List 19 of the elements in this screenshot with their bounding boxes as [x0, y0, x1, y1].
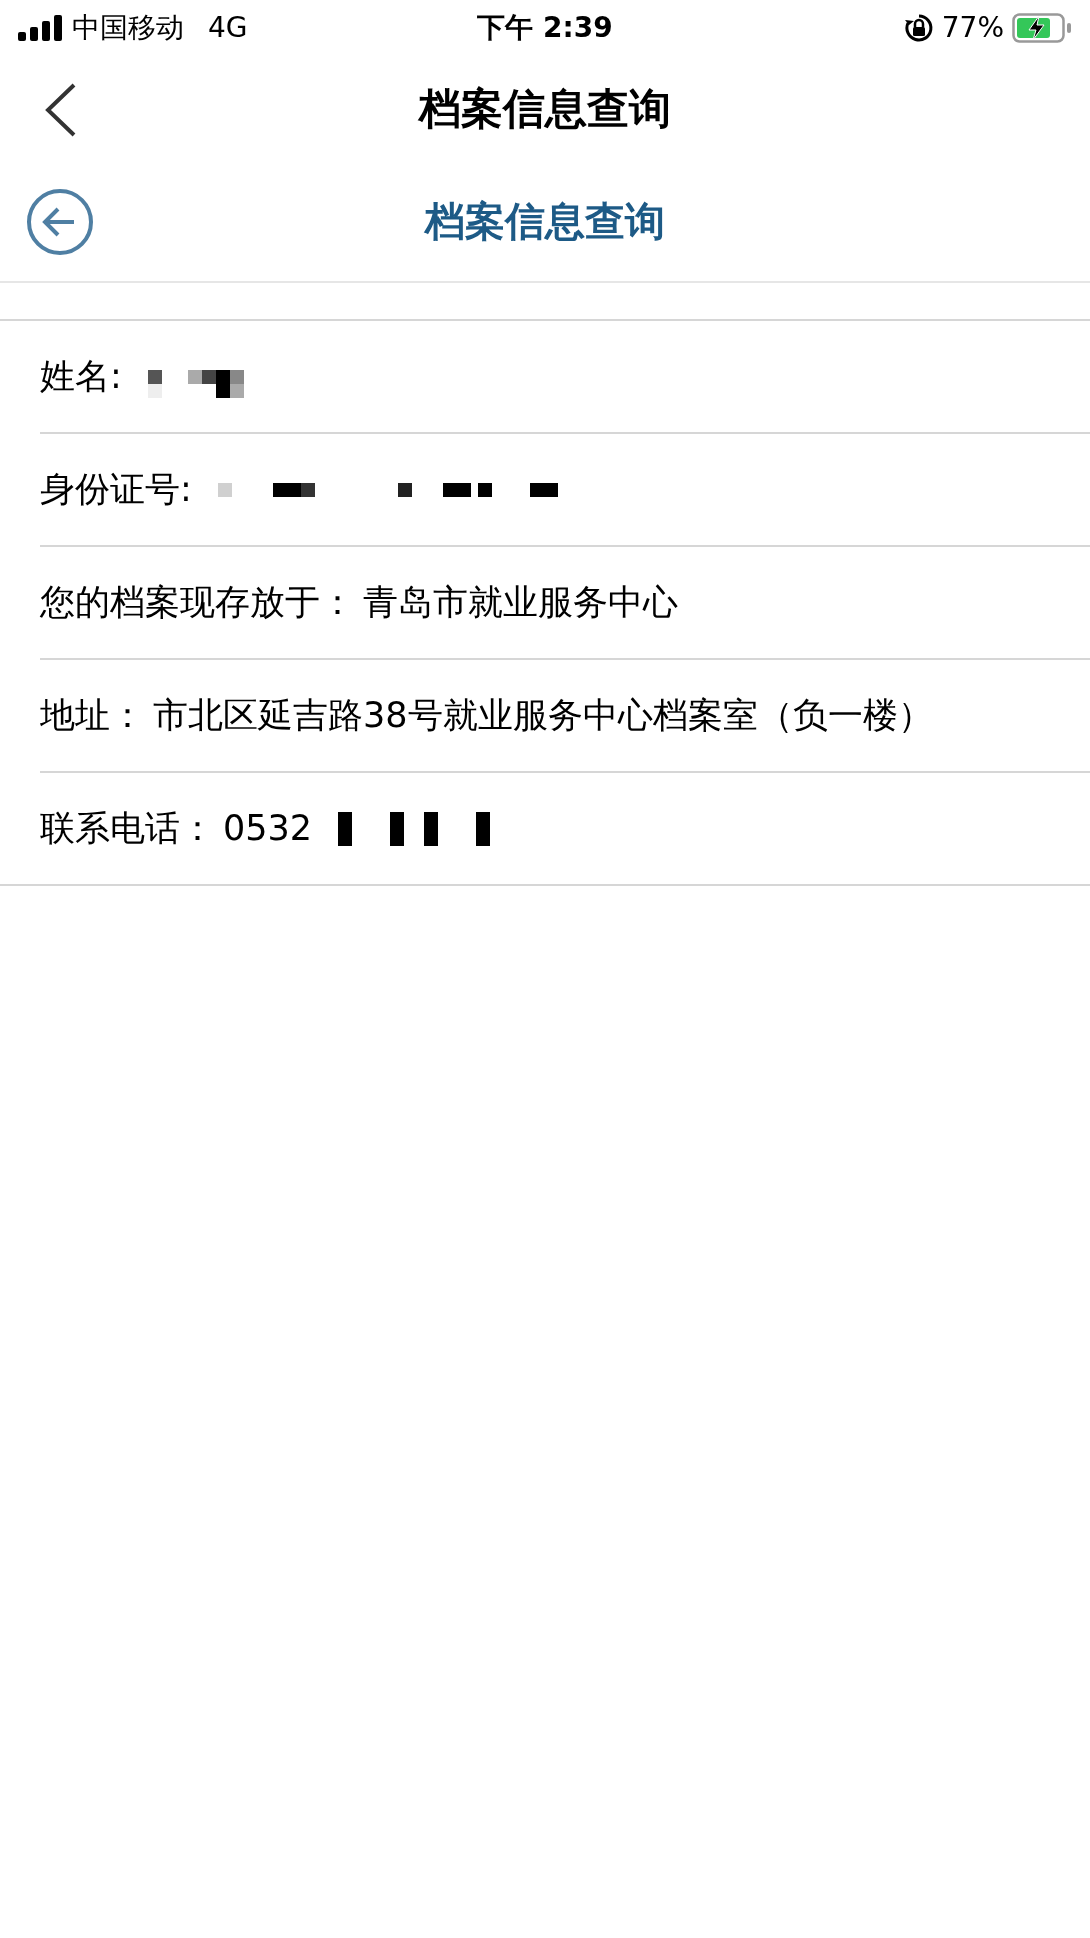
carrier-name: 中国移动 — [72, 10, 184, 46]
field-value: 市北区延吉路38号就业服务中心档案室（负一楼） — [153, 694, 933, 738]
field-label: 身份证号: — [40, 468, 192, 512]
back-button[interactable] — [44, 82, 78, 138]
network-type: 4G — [208, 10, 248, 46]
field-label: 姓名: — [40, 355, 122, 399]
field-label: 地址： — [40, 694, 145, 738]
field-value: 青岛市就业服务中心 — [363, 581, 678, 625]
rotation-lock-icon — [903, 13, 934, 43]
battery-percent: 77% — [941, 10, 1004, 46]
field-value: 0532 — [223, 807, 313, 851]
chevron-left-icon — [44, 82, 78, 138]
field-label: 联系电话： — [40, 807, 215, 851]
field-label: 您的档案现存放于： — [40, 581, 355, 625]
page-title: 档案信息查询 — [425, 196, 665, 246]
circled-arrow-left-icon — [26, 188, 94, 256]
signal-icon — [18, 15, 64, 41]
nav-title: 档案信息查询 — [419, 82, 671, 135]
status-time: 下午 2:39 — [477, 10, 613, 46]
